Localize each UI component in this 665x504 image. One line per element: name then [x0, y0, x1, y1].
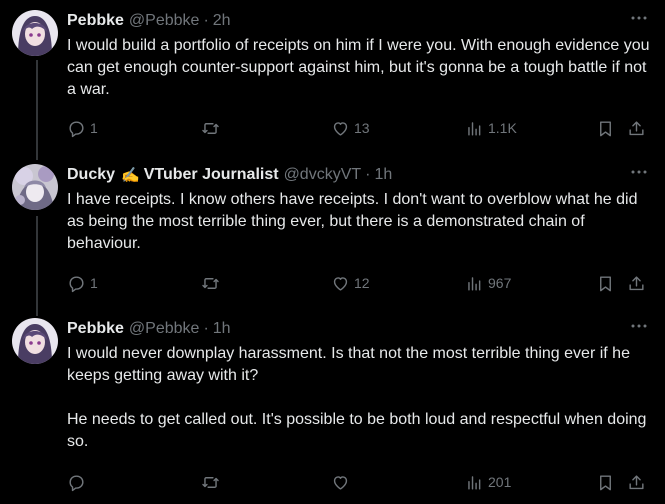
repost-button[interactable]	[201, 272, 224, 294]
separator-dot: ·	[365, 166, 371, 183]
bookmark-button[interactable]	[596, 117, 615, 139]
more-horizontal-icon[interactable]	[629, 162, 649, 182]
bookmark-button[interactable]	[596, 272, 615, 294]
like-count: 12	[354, 275, 370, 291]
avatar[interactable]	[12, 10, 58, 56]
bookmark-icon	[600, 275, 611, 291]
display-name[interactable]: Pebbke	[67, 320, 124, 338]
share-icon	[629, 120, 644, 135]
share-button[interactable]	[627, 272, 646, 294]
repost-button[interactable]	[201, 471, 224, 493]
share-button[interactable]	[627, 471, 646, 493]
reply-button[interactable]: 1	[67, 272, 98, 294]
repost-icon	[202, 122, 219, 134]
separator-dot: ·	[203, 12, 209, 29]
tweet-header: Ducky ✍️ VTuber Journalist @dvckyVT · 1h	[67, 165, 653, 185]
tweet[interactable]: Pebbke @Pebbke · 1h I would never downpl…	[0, 308, 665, 504]
like-count: 13	[354, 120, 370, 136]
reply-icon	[69, 120, 84, 137]
tweet-paragraph: I would build a portfolio of receipts on…	[67, 37, 650, 98]
share-button[interactable]	[627, 117, 646, 139]
tweet-header: Pebbke @Pebbke · 2h	[67, 11, 653, 31]
view-count: 967	[488, 275, 512, 291]
tweet-text: I would never downplay harassment. Is th…	[67, 343, 652, 453]
avatar[interactable]	[12, 318, 58, 364]
tweet-paragraph: I have receipts. I know others have rece…	[67, 191, 638, 252]
bookmark-icon	[600, 120, 611, 136]
tweet[interactable]: Pebbke @Pebbke · 2h I would build a port…	[0, 0, 665, 154]
tweet-paragraph: He needs to get called out. It's possibl…	[67, 411, 647, 450]
views-chart-icon	[468, 475, 481, 490]
display-name[interactable]: Ducky	[67, 166, 115, 184]
timestamp[interactable]: 1h	[213, 320, 231, 338]
tweet-header: Pebbke @Pebbke · 1h	[67, 319, 653, 339]
action-bar: 1 12 967	[67, 272, 649, 294]
repost-icon	[202, 476, 219, 488]
bookmark-button[interactable]	[596, 471, 615, 493]
action-bar: 1 13 1.1K	[67, 117, 649, 139]
bookmark-icon	[600, 474, 611, 490]
timestamp[interactable]: 1h	[374, 166, 392, 184]
like-heart-icon	[333, 475, 348, 490]
timestamp[interactable]: 2h	[213, 12, 231, 30]
views-button[interactable]: 967	[465, 272, 511, 294]
action-bar: 201	[67, 471, 649, 493]
views-button[interactable]: 1.1K	[465, 117, 517, 139]
user-handle[interactable]: @dvckyVT	[284, 166, 362, 184]
share-icon	[629, 474, 644, 489]
repost-button[interactable]	[201, 117, 224, 139]
like-button[interactable]: 13	[331, 117, 370, 139]
views-chart-icon	[468, 276, 481, 291]
display-name-suffix[interactable]: VTuber Journalist	[144, 166, 279, 184]
display-name[interactable]: Pebbke	[67, 12, 124, 30]
views-button[interactable]: 201	[465, 471, 511, 493]
tweet-text: I would build a portfolio of receipts on…	[67, 35, 652, 101]
more-horizontal-icon[interactable]	[629, 316, 649, 336]
avatar[interactable]	[12, 164, 58, 210]
more-horizontal-icon[interactable]	[629, 8, 649, 28]
like-heart-icon	[333, 276, 348, 291]
user-handle[interactable]: @Pebbke	[129, 320, 200, 338]
reply-button[interactable]: 1	[67, 117, 98, 139]
views-chart-icon	[468, 121, 481, 136]
tweet-paragraph: I would never downplay harassment. Is th…	[67, 345, 630, 384]
share-icon	[629, 275, 644, 290]
like-button[interactable]	[331, 471, 354, 493]
reply-count: 1	[90, 120, 98, 136]
user-handle[interactable]: @Pebbke	[129, 12, 200, 30]
reply-thread: Pebbke @Pebbke · 2h I would build a port…	[0, 0, 665, 504]
view-count: 1.1K	[488, 120, 517, 136]
view-count: 201	[488, 474, 512, 490]
tweet-text: I have receipts. I know others have rece…	[67, 189, 652, 255]
reply-button[interactable]	[67, 471, 90, 493]
repost-icon	[202, 277, 219, 289]
writing-hand-emoji: ✍️	[121, 167, 140, 184]
like-heart-icon	[333, 121, 348, 136]
separator-dot: ·	[203, 320, 209, 337]
reply-icon	[69, 275, 84, 292]
reply-icon	[69, 474, 84, 491]
like-button[interactable]: 12	[331, 272, 370, 294]
reply-count: 1	[90, 275, 98, 291]
tweet[interactable]: Ducky ✍️ VTuber Journalist @dvckyVT · 1h…	[0, 154, 665, 308]
